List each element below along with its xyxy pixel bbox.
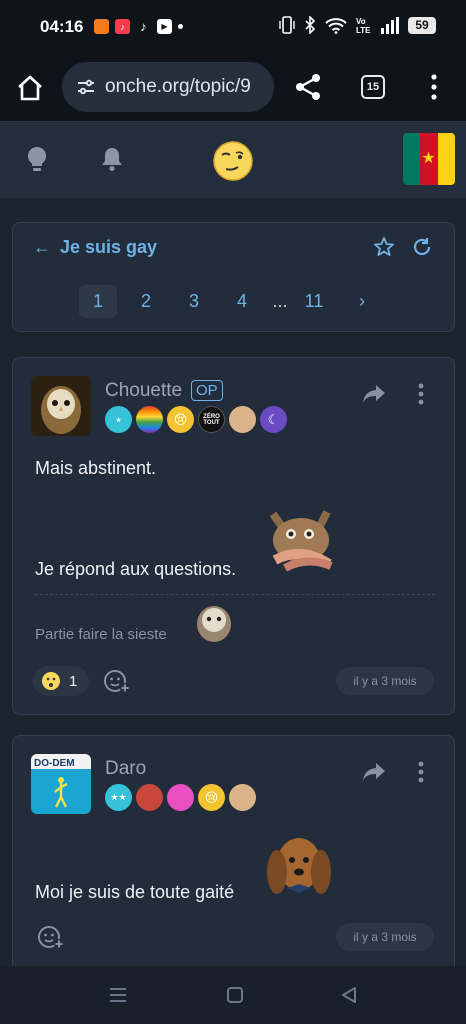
cat-sticker-icon bbox=[269, 510, 333, 572]
bluetooth-icon bbox=[305, 16, 316, 34]
recent-apps-icon[interactable] bbox=[108, 986, 128, 1004]
url-text: onche.org/topic/9 bbox=[105, 76, 251, 97]
avatar[interactable]: DO-DEM bbox=[31, 754, 91, 814]
page-4-link[interactable]: 4 bbox=[223, 285, 261, 318]
cat-badge-icon[interactable] bbox=[229, 784, 256, 811]
share-arrow-icon[interactable] bbox=[362, 762, 386, 782]
site-logo-smiley-icon[interactable] bbox=[212, 140, 254, 182]
site-settings-icon[interactable] bbox=[76, 77, 96, 97]
lightbulb-icon[interactable] bbox=[26, 146, 48, 172]
back-arrow-icon[interactable]: ← bbox=[33, 237, 51, 258]
crying-face-badge-icon[interactable]: 😢 bbox=[167, 406, 194, 433]
address-bar[interactable]: onche.org/topic/9 bbox=[62, 62, 274, 112]
reaction-button[interactable]: 1 bbox=[33, 666, 89, 696]
post-menu-icon[interactable] bbox=[415, 760, 427, 784]
next-page-link[interactable]: › bbox=[343, 285, 381, 318]
tab-switcher-button[interactable]: 15 bbox=[361, 75, 385, 99]
wifi-icon bbox=[325, 17, 347, 34]
vibrate-icon bbox=[279, 16, 295, 34]
dog-sticker-icon bbox=[267, 838, 331, 894]
avatar-text: DO-DEM bbox=[34, 758, 75, 769]
post-timestamp[interactable]: il y a 3 mois bbox=[336, 667, 434, 695]
system-icons: Vo LTE 59 bbox=[279, 16, 436, 34]
browser-toolbar: onche.org/topic/9 15 bbox=[0, 56, 466, 122]
zero-tout-badge-text: ZÉRO TOUT bbox=[203, 413, 220, 426]
star-badge-icon[interactable]: ★ bbox=[105, 406, 132, 433]
page-2-link[interactable]: 2 bbox=[127, 285, 165, 318]
reaction-count: 1 bbox=[69, 672, 78, 690]
notifications-bell-icon[interactable] bbox=[100, 146, 124, 172]
signal-icon bbox=[381, 16, 399, 34]
browser-menu-icon[interactable] bbox=[424, 73, 444, 101]
post-text-line: Moi je suis de toute gaité bbox=[35, 882, 235, 902]
tiktok-icon: ♪ bbox=[140, 19, 147, 34]
more-notifications-icon bbox=[178, 24, 183, 29]
youtube-icon: ▶ bbox=[157, 19, 172, 34]
add-reaction-icon[interactable] bbox=[37, 924, 65, 950]
owl-sticker-icon bbox=[197, 606, 231, 642]
status-bar: 04:16 ♪ ♪ ▶ Vo LTE 59 bbox=[0, 0, 466, 56]
reaction-smiley-icon bbox=[42, 672, 60, 690]
rainbow-badge-icon[interactable] bbox=[136, 406, 163, 433]
zero-tout-badge-icon[interactable]: ZÉRO TOUT bbox=[198, 406, 225, 433]
post-timestamp[interactable]: il y a 3 mois bbox=[336, 923, 434, 951]
page-ellipsis: ... bbox=[272, 291, 288, 311]
author-name[interactable]: Chouette bbox=[105, 380, 182, 402]
post-menu-icon[interactable] bbox=[415, 382, 427, 406]
page-1-link[interactable]: 1 bbox=[79, 285, 117, 318]
page-11-link[interactable]: 11 bbox=[295, 285, 333, 318]
topic-header-card: ← Je suis gay 1 2 3 4 ... 11 › bbox=[12, 222, 455, 332]
refresh-icon[interactable] bbox=[412, 236, 432, 258]
home-icon[interactable] bbox=[14, 72, 46, 104]
svg-text:LTE: LTE bbox=[356, 26, 371, 34]
crying-face-badge-icon[interactable]: 😢 bbox=[198, 784, 225, 811]
cameroon-flag-icon[interactable]: ★ bbox=[403, 133, 455, 185]
music-app-icon: ♪ bbox=[115, 19, 130, 34]
user-badges: ★★ 😢 bbox=[105, 784, 256, 811]
app-notification-icon bbox=[94, 19, 109, 34]
battery-indicator: 59 bbox=[408, 16, 436, 34]
home-nav-icon[interactable] bbox=[226, 986, 244, 1004]
share-arrow-icon[interactable] bbox=[362, 384, 386, 404]
notification-icons: ♪ ♪ ▶ bbox=[94, 19, 183, 34]
post-text-line: Mais abstinent. bbox=[35, 458, 157, 478]
svg-text:Vo: Vo bbox=[356, 17, 366, 26]
op-badge: OP bbox=[191, 380, 223, 401]
signature-text: Partie faire la sieste bbox=[35, 626, 167, 643]
post-text-line: Je répond aux questions. bbox=[35, 559, 237, 579]
double-star-badge-icon[interactable]: ★★ bbox=[105, 784, 132, 811]
signature-divider bbox=[35, 594, 435, 595]
apple-badge-icon[interactable] bbox=[136, 784, 163, 811]
page-3-link[interactable]: 3 bbox=[175, 285, 213, 318]
author-name[interactable]: Daro bbox=[105, 758, 146, 780]
share-icon[interactable] bbox=[292, 71, 324, 103]
back-nav-icon[interactable] bbox=[340, 986, 358, 1004]
moon-badge-icon[interactable]: ☾ bbox=[260, 406, 287, 433]
post-card: DO-DEM Daro ★★ 😢 Moi je suis de toute ga… bbox=[12, 735, 455, 967]
topic-title: Je suis gay bbox=[60, 237, 158, 257]
volte-icon: VoLTE bbox=[356, 17, 371, 34]
status-time: 04:16 bbox=[40, 17, 84, 36]
cat-badge-icon[interactable] bbox=[229, 406, 256, 433]
add-reaction-icon[interactable] bbox=[103, 668, 131, 694]
favorite-star-icon[interactable] bbox=[373, 236, 395, 258]
user-badges: ★ 😢 ZÉRO TOUT ☾ bbox=[105, 406, 287, 433]
pagination: 1 2 3 4 ... 11 › bbox=[79, 285, 391, 318]
system-navigation-bar bbox=[0, 966, 466, 1024]
baby-badge-icon[interactable] bbox=[167, 784, 194, 811]
avatar[interactable] bbox=[31, 376, 91, 436]
post-card: Chouette OP ★ 😢 ZÉRO TOUT ☾ Mais abstine… bbox=[12, 357, 455, 715]
site-header: ★ bbox=[0, 122, 466, 198]
